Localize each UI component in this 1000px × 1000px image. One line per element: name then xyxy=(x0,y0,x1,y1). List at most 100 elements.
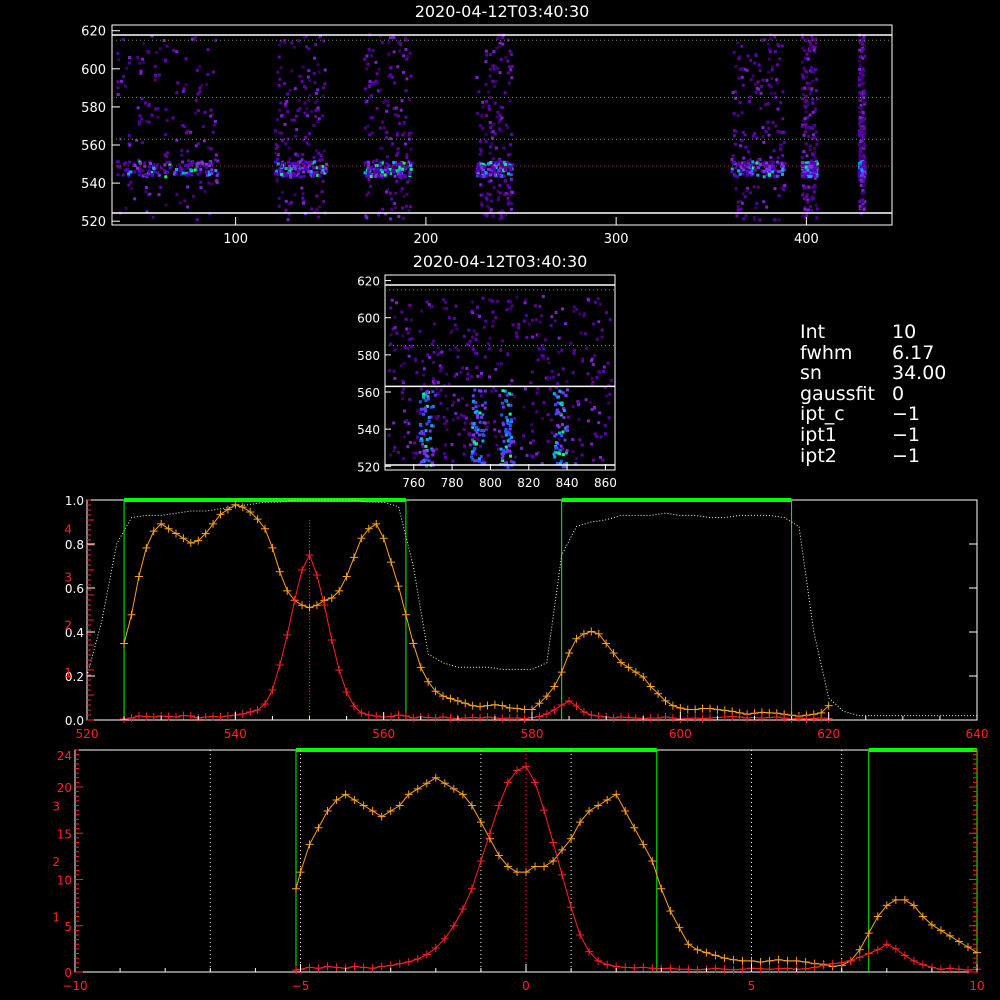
image-pixel xyxy=(561,367,565,371)
image-pixel xyxy=(808,113,812,117)
image-pixel xyxy=(466,377,469,381)
data-point xyxy=(476,702,485,711)
image-pixel xyxy=(802,93,805,97)
emission-pixel xyxy=(402,161,406,165)
image-pixel xyxy=(536,358,540,362)
image-pixel xyxy=(477,404,481,408)
image-pixel xyxy=(282,115,286,119)
emission-pixel xyxy=(504,450,508,454)
image-pixel xyxy=(184,83,188,87)
fit-window xyxy=(561,499,793,720)
emission-pixel xyxy=(508,449,511,453)
image-pixel xyxy=(862,96,866,100)
image-pixel xyxy=(544,338,547,342)
data-point xyxy=(350,795,359,804)
x-tick-label: 300 xyxy=(604,232,629,247)
emission-pixel xyxy=(559,444,563,448)
emission-pixel xyxy=(151,166,155,170)
info-value: −1 xyxy=(892,403,921,426)
image-pixel xyxy=(138,114,142,118)
image-pixel xyxy=(741,130,745,134)
image-pixel xyxy=(498,41,502,45)
image-pixel xyxy=(317,70,321,74)
emission-pixel xyxy=(308,161,311,165)
emission-pixel xyxy=(193,168,197,172)
emission-pixel xyxy=(207,173,211,177)
emission-pixel xyxy=(506,465,510,469)
image-pixel xyxy=(144,186,148,189)
image-pixel xyxy=(392,449,396,453)
data-point xyxy=(305,603,314,612)
emission-pixel xyxy=(778,170,782,174)
image-pixel xyxy=(863,132,867,136)
image-pixel xyxy=(557,350,561,354)
image-pixel xyxy=(284,208,288,212)
image-pixel xyxy=(405,77,409,81)
image-pixel xyxy=(433,393,437,397)
y-tick-label: 580 xyxy=(357,349,380,363)
image-pixel xyxy=(602,365,606,369)
image-pixel xyxy=(510,304,514,308)
image-pixel xyxy=(468,340,472,344)
image-pixel xyxy=(386,99,390,103)
y-tick-label: 560 xyxy=(357,386,380,400)
emission-pixel xyxy=(181,171,185,175)
emission-pixel xyxy=(149,162,152,165)
info-key: ipt2 xyxy=(800,444,837,467)
emission-pixel xyxy=(559,448,563,452)
data-point xyxy=(440,779,449,788)
image-pixel xyxy=(572,352,576,355)
emission-pixel xyxy=(475,426,479,429)
emission-pixel xyxy=(561,453,565,457)
emission-pixel xyxy=(208,161,212,165)
data-point xyxy=(579,629,588,638)
data-point xyxy=(691,705,700,714)
image-pixel xyxy=(509,207,513,211)
data-point xyxy=(684,940,693,949)
data-point xyxy=(945,931,954,940)
emission-pixel xyxy=(556,401,560,405)
image-pixel xyxy=(452,400,456,404)
x-tick-label: 560 xyxy=(372,727,395,741)
image-pixel xyxy=(531,370,534,374)
image-pixel xyxy=(859,184,863,187)
data-point xyxy=(134,572,143,581)
emission-pixel xyxy=(124,161,128,165)
emission-pixel xyxy=(293,174,297,177)
image-pixel xyxy=(740,75,744,79)
image-pixel xyxy=(747,150,750,154)
emission-pixel xyxy=(302,170,306,174)
data-point xyxy=(795,714,803,722)
image-pixel xyxy=(461,396,464,400)
image-pixel xyxy=(403,409,407,413)
emission-pixel xyxy=(771,160,775,164)
image-pixel xyxy=(439,388,443,392)
image-pixel xyxy=(214,153,218,157)
image-pixel xyxy=(801,36,805,40)
image-pixel xyxy=(452,418,455,422)
image-pixel xyxy=(776,63,780,67)
image-pixel xyxy=(486,192,490,196)
emission-pixel xyxy=(481,413,485,417)
emission-pixel xyxy=(160,166,164,170)
image-pixel xyxy=(506,351,510,355)
emission-pixel xyxy=(426,390,430,394)
y-tick-label: 620 xyxy=(357,275,380,289)
data-point xyxy=(359,963,368,972)
image-pixel xyxy=(401,133,405,137)
emission-pixel xyxy=(553,403,557,407)
data-point xyxy=(594,712,603,720)
image-pixel xyxy=(175,192,179,196)
image-pixel xyxy=(210,182,214,186)
image-pixel xyxy=(486,453,490,457)
image-pixel xyxy=(127,134,131,137)
emission-pixel xyxy=(751,172,755,176)
image-pixel xyxy=(542,401,546,404)
image-pixel xyxy=(491,310,495,314)
image-pixel xyxy=(809,43,813,47)
data-point xyxy=(936,926,945,935)
data-point xyxy=(802,715,811,723)
emission-pixel xyxy=(502,174,506,178)
image-pixel xyxy=(486,204,489,208)
image-pixel xyxy=(742,156,746,160)
